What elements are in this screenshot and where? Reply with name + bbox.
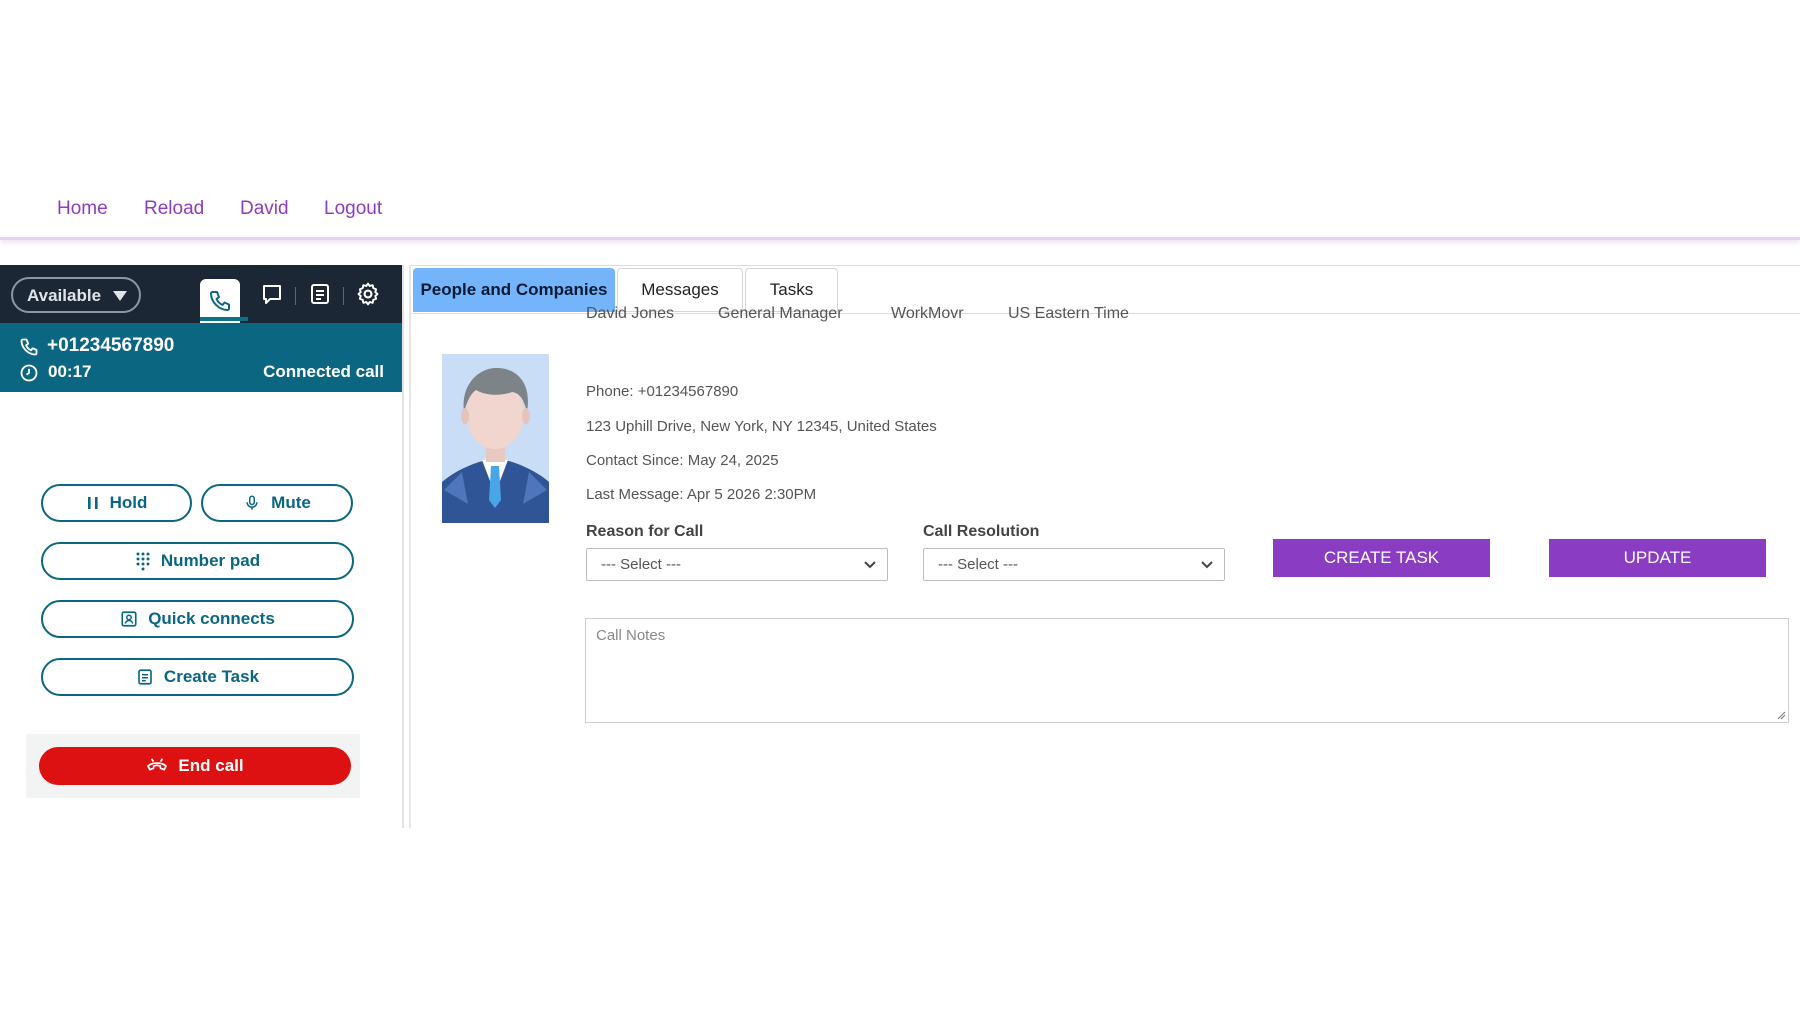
- phone-icon: [20, 338, 38, 356]
- end-call-area: End call: [26, 734, 360, 798]
- agent-status-dropdown[interactable]: Available: [11, 277, 141, 313]
- ccp-header: Available: [0, 265, 402, 323]
- tasks-icon: [311, 284, 329, 304]
- chat-tab[interactable]: [252, 274, 292, 314]
- number-pad-label: Number pad: [160, 551, 261, 570]
- settings-tab[interactable]: [348, 274, 388, 314]
- agent-status-label: Available: [27, 286, 102, 305]
- update-button[interactable]: UPDATE: [1549, 539, 1766, 577]
- contact-control-panel: Available +01234567890 00:17 Connected c…: [0, 265, 404, 828]
- nav-link-reload[interactable]: Reload: [144, 198, 204, 220]
- call-resolution-label: Call Resolution: [923, 523, 1040, 540]
- contact-timezone: US Eastern Time: [1008, 305, 1129, 322]
- nav-divider: [343, 287, 344, 305]
- chat-icon: [263, 285, 281, 304]
- contact-title: General Manager: [718, 305, 843, 322]
- mute-button[interactable]: Mute: [201, 484, 353, 522]
- pause-icon: [87, 497, 98, 509]
- contact-details-panel: People and Companies Messages Tasks Davi…: [409, 265, 1800, 828]
- end-call-button[interactable]: End call: [39, 747, 351, 785]
- chevron-down-icon: [1201, 561, 1213, 569]
- keypad-icon: [136, 552, 150, 571]
- reason-for-call-select[interactable]: --- Select ---: [586, 548, 888, 581]
- mute-label: Mute: [271, 493, 311, 512]
- number-pad-button[interactable]: Number pad: [41, 542, 354, 580]
- caret-down-icon: [113, 291, 127, 301]
- contact-card-icon: [121, 611, 137, 627]
- contact-address: 123 Uphill Drive, New York, NY 12345, Un…: [586, 418, 937, 435]
- nav-link-home[interactable]: Home: [57, 198, 108, 220]
- hold-label: Hold: [109, 493, 148, 512]
- contact-name: David Jones: [586, 305, 675, 322]
- page: Home Reload David Logout Available +0123…: [0, 0, 1800, 1013]
- resize-handle-icon[interactable]: [1776, 710, 1786, 720]
- microphone-icon: [246, 495, 258, 510]
- nav-link-user[interactable]: David: [240, 198, 289, 220]
- hang-up-icon: [147, 758, 168, 771]
- last-message: Last Message: Apr 5 2026 2:30PM: [586, 486, 817, 503]
- create-task-button[interactable]: CREATE TASK: [1273, 539, 1490, 577]
- task-list-icon: [138, 669, 152, 685]
- hold-button[interactable]: Hold: [41, 484, 192, 522]
- contact-avatar: [442, 354, 549, 523]
- person-avatar-icon: [442, 354, 549, 523]
- tab-people-and-companies[interactable]: People and Companies: [413, 268, 615, 312]
- top-nav: Home Reload David Logout: [0, 186, 1800, 240]
- tasks-tab[interactable]: [300, 274, 340, 314]
- end-call-label: End call: [178, 756, 244, 775]
- settings-icon: [357, 282, 379, 306]
- call-resolution-select[interactable]: --- Select ---: [923, 548, 1225, 581]
- contact-company: WorkMovr: [891, 305, 964, 322]
- contact-since: Contact Since: May 24, 2025: [586, 452, 779, 469]
- call-notes-textarea[interactable]: Call Notes: [585, 618, 1789, 723]
- contact-phone: Phone: +01234567890: [586, 383, 739, 400]
- quick-connects-button[interactable]: Quick connects: [41, 600, 354, 638]
- phone-tab[interactable]: [200, 279, 248, 323]
- reason-for-call-value: --- Select ---: [601, 556, 681, 573]
- active-call-banner: +01234567890 00:17 Connected call: [0, 323, 402, 392]
- clock-icon: [20, 364, 38, 382]
- nav-link-logout[interactable]: Logout: [324, 198, 382, 220]
- call-state: Connected call: [263, 362, 384, 381]
- create-task-ccp-button[interactable]: Create Task: [41, 658, 354, 696]
- nav-divider: [295, 287, 296, 305]
- reason-for-call-label: Reason for Call: [586, 523, 704, 540]
- create-task-ccp-label: Create Task: [163, 667, 260, 686]
- call-timer: 00:17: [48, 362, 92, 381]
- call-resolution-value: --- Select ---: [938, 556, 1018, 573]
- quick-connects-label: Quick connects: [148, 609, 275, 628]
- call-notes-placeholder: Call Notes: [596, 627, 666, 644]
- phone-icon: [210, 291, 230, 311]
- chevron-down-icon: [864, 561, 876, 569]
- caller-phone-number: +01234567890: [47, 335, 175, 356]
